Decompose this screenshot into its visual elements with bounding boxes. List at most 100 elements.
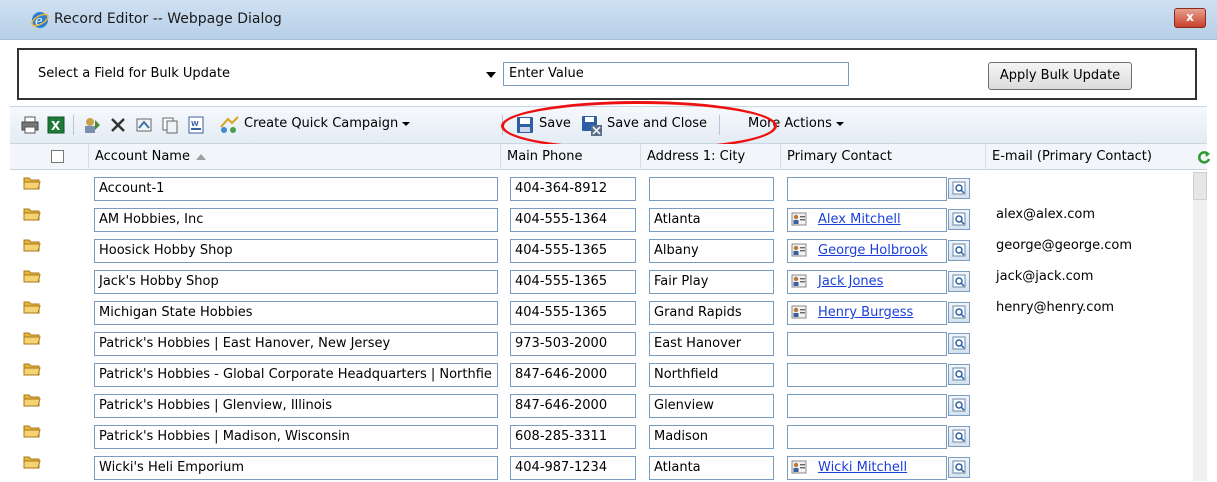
main-phone-field[interactable]: 404-555-1364 xyxy=(510,208,636,232)
column-header-city[interactable]: Address 1: City xyxy=(640,144,780,170)
table-row: Hoosick Hobby Shop 404-555-1365 Albany Geor… xyxy=(10,234,1190,265)
account-record-icon[interactable] xyxy=(23,206,41,226)
account-record-icon[interactable] xyxy=(23,423,41,443)
account-record-icon[interactable] xyxy=(23,392,41,412)
window-title: Record Editor -- Webpage Dialog xyxy=(54,11,282,27)
city-field[interactable]: East Hanover xyxy=(649,332,774,356)
table-row: Wicki's Heli Emporium 404-987-1234 Atlanta… xyxy=(10,451,1190,482)
city-field[interactable]: Glenview xyxy=(649,394,774,418)
chevron-down-icon xyxy=(486,72,496,78)
lookup-icon[interactable] xyxy=(948,364,970,385)
account-name-field[interactable]: Patrick's Hobbies | Madison, Wisconsin xyxy=(94,425,498,449)
lookup-icon[interactable] xyxy=(948,240,970,261)
lookup-icon[interactable] xyxy=(948,271,970,292)
vertical-scrollbar[interactable] xyxy=(1193,172,1207,481)
create-quick-campaign-label: Create Quick Campaign xyxy=(244,116,399,131)
primary-contact-link[interactable]: Alex Mitchell xyxy=(818,212,901,227)
account-name-field[interactable]: Michigan State Hobbies xyxy=(94,301,498,325)
lookup-icon[interactable] xyxy=(948,457,970,478)
account-name-field[interactable]: Patrick's Hobbies - Global Corporate Hea… xyxy=(94,363,498,387)
city-field[interactable]: Fair Play xyxy=(649,270,774,294)
main-phone-field[interactable]: 847-646-2000 xyxy=(510,363,636,387)
main-phone-field[interactable]: 404-555-1365 xyxy=(510,239,636,263)
main-phone-field[interactable]: 404-555-1365 xyxy=(510,270,636,294)
account-name-field[interactable]: Jack's Hobby Shop xyxy=(94,270,498,294)
column-label: Account Name xyxy=(95,149,190,164)
account-record-icon[interactable] xyxy=(23,454,41,474)
copy-icon[interactable] xyxy=(160,115,180,135)
account-record-icon[interactable] xyxy=(23,237,41,257)
account-record-icon[interactable] xyxy=(23,268,41,288)
main-phone-field[interactable]: 608-285-3311 xyxy=(510,425,636,449)
main-phone-field[interactable]: 404-555-1365 xyxy=(510,301,636,325)
account-record-icon[interactable] xyxy=(23,330,41,350)
scrollbar-thumb[interactable] xyxy=(1193,172,1207,200)
chevron-down-icon xyxy=(402,121,411,126)
city-field[interactable]: Madison xyxy=(649,425,774,449)
city-field[interactable]: Atlanta xyxy=(649,208,774,232)
account-name-field[interactable]: Account-1 xyxy=(94,177,498,201)
account-name-field[interactable]: Hoosick Hobby Shop xyxy=(94,239,498,263)
main-phone-field[interactable]: 973-503-2000 xyxy=(510,332,636,356)
primary-contact-link[interactable]: Wicki Mitchell xyxy=(818,460,907,475)
word-merge-icon[interactable]: W xyxy=(186,115,206,135)
main-phone-field[interactable]: 404-364-8912 xyxy=(510,177,636,201)
column-header-account-name[interactable]: Account Name xyxy=(88,144,500,170)
create-quick-campaign-button[interactable]: Create Quick Campaign xyxy=(244,116,411,131)
lookup-icon[interactable] xyxy=(948,178,970,199)
primary-contact-link[interactable]: Henry Burgess xyxy=(818,305,913,320)
account-record-icon[interactable] xyxy=(23,175,41,195)
refresh-icon[interactable] xyxy=(1197,149,1211,165)
bulk-field-select[interactable]: Select a Field for Bulk Update xyxy=(34,61,508,87)
primary-contact-link[interactable]: George Holbrook xyxy=(818,243,928,258)
primary-contact-email: george@george.com xyxy=(996,238,1133,253)
excel-export-icon[interactable]: X xyxy=(46,115,66,135)
internet-explorer-icon: e xyxy=(31,12,49,29)
column-header-main-phone[interactable]: Main Phone xyxy=(500,144,640,170)
city-field[interactable]: Atlanta xyxy=(649,456,774,480)
lookup-icon[interactable] xyxy=(948,333,970,354)
contact-card-icon xyxy=(791,305,807,323)
lookup-icon[interactable] xyxy=(948,395,970,416)
bulk-field-select-value: Select a Field for Bulk Update xyxy=(38,66,230,81)
table-row: Account-1 404-364-8912 xyxy=(10,172,1190,203)
city-field[interactable] xyxy=(649,177,774,201)
main-phone-field[interactable]: 404-987-1234 xyxy=(510,456,636,480)
lookup-icon[interactable] xyxy=(948,209,970,230)
contact-card-icon xyxy=(791,212,807,230)
city-field[interactable]: Northfield xyxy=(649,363,774,387)
delete-icon[interactable] xyxy=(108,115,128,135)
table-row: AM Hobbies, Inc 404-555-1364 Atlanta Alex M… xyxy=(10,203,1190,234)
lookup-icon[interactable] xyxy=(948,426,970,447)
select-all-checkbox[interactable] xyxy=(51,150,64,163)
main-phone-field[interactable]: 847-646-2000 xyxy=(510,394,636,418)
primary-contact-link[interactable]: Jack Jones xyxy=(818,274,883,289)
account-record-icon[interactable] xyxy=(23,299,41,319)
account-name-field[interactable]: Patrick's Hobbies | Glenview, Illinois xyxy=(94,394,498,418)
apply-bulk-update-button[interactable]: Apply Bulk Update xyxy=(988,62,1132,90)
primary-contact-field[interactable] xyxy=(787,363,947,387)
primary-contact-field[interactable] xyxy=(787,177,947,201)
close-button[interactable]: x xyxy=(1174,8,1206,28)
quick-campaign-icon[interactable] xyxy=(218,115,240,135)
account-name-field[interactable]: AM Hobbies, Inc xyxy=(94,208,498,232)
table-row: Patrick's Hobbies | Glenview, Illinois 84… xyxy=(10,389,1190,420)
primary-contact-field[interactable] xyxy=(787,332,947,356)
account-name-field[interactable]: Patrick's Hobbies | East Hanover, New Je… xyxy=(94,332,498,356)
bulk-value-input[interactable]: Enter Value xyxy=(503,62,849,86)
city-field[interactable]: Grand Rapids xyxy=(649,301,774,325)
title-bar: e Record Editor -- Webpage Dialog x xyxy=(0,0,1217,40)
column-header-primary-contact[interactable]: Primary Contact xyxy=(780,144,985,170)
table-row: Michigan State Hobbies 404-555-1365 Grand … xyxy=(10,296,1190,327)
column-header-email[interactable]: E-mail (Primary Contact) xyxy=(985,144,1190,170)
print-icon[interactable] xyxy=(20,115,40,135)
city-field[interactable]: Albany xyxy=(649,239,774,263)
assign-icon[interactable] xyxy=(82,115,102,135)
table-row: Patrick's Hobbies | East Hanover, New Je… xyxy=(10,327,1190,358)
primary-contact-field[interactable] xyxy=(787,425,947,449)
share-icon[interactable] xyxy=(134,115,154,135)
primary-contact-field[interactable] xyxy=(787,394,947,418)
account-name-field[interactable]: Wicki's Heli Emporium xyxy=(94,456,498,480)
account-record-icon[interactable] xyxy=(23,361,41,381)
lookup-icon[interactable] xyxy=(948,302,970,323)
